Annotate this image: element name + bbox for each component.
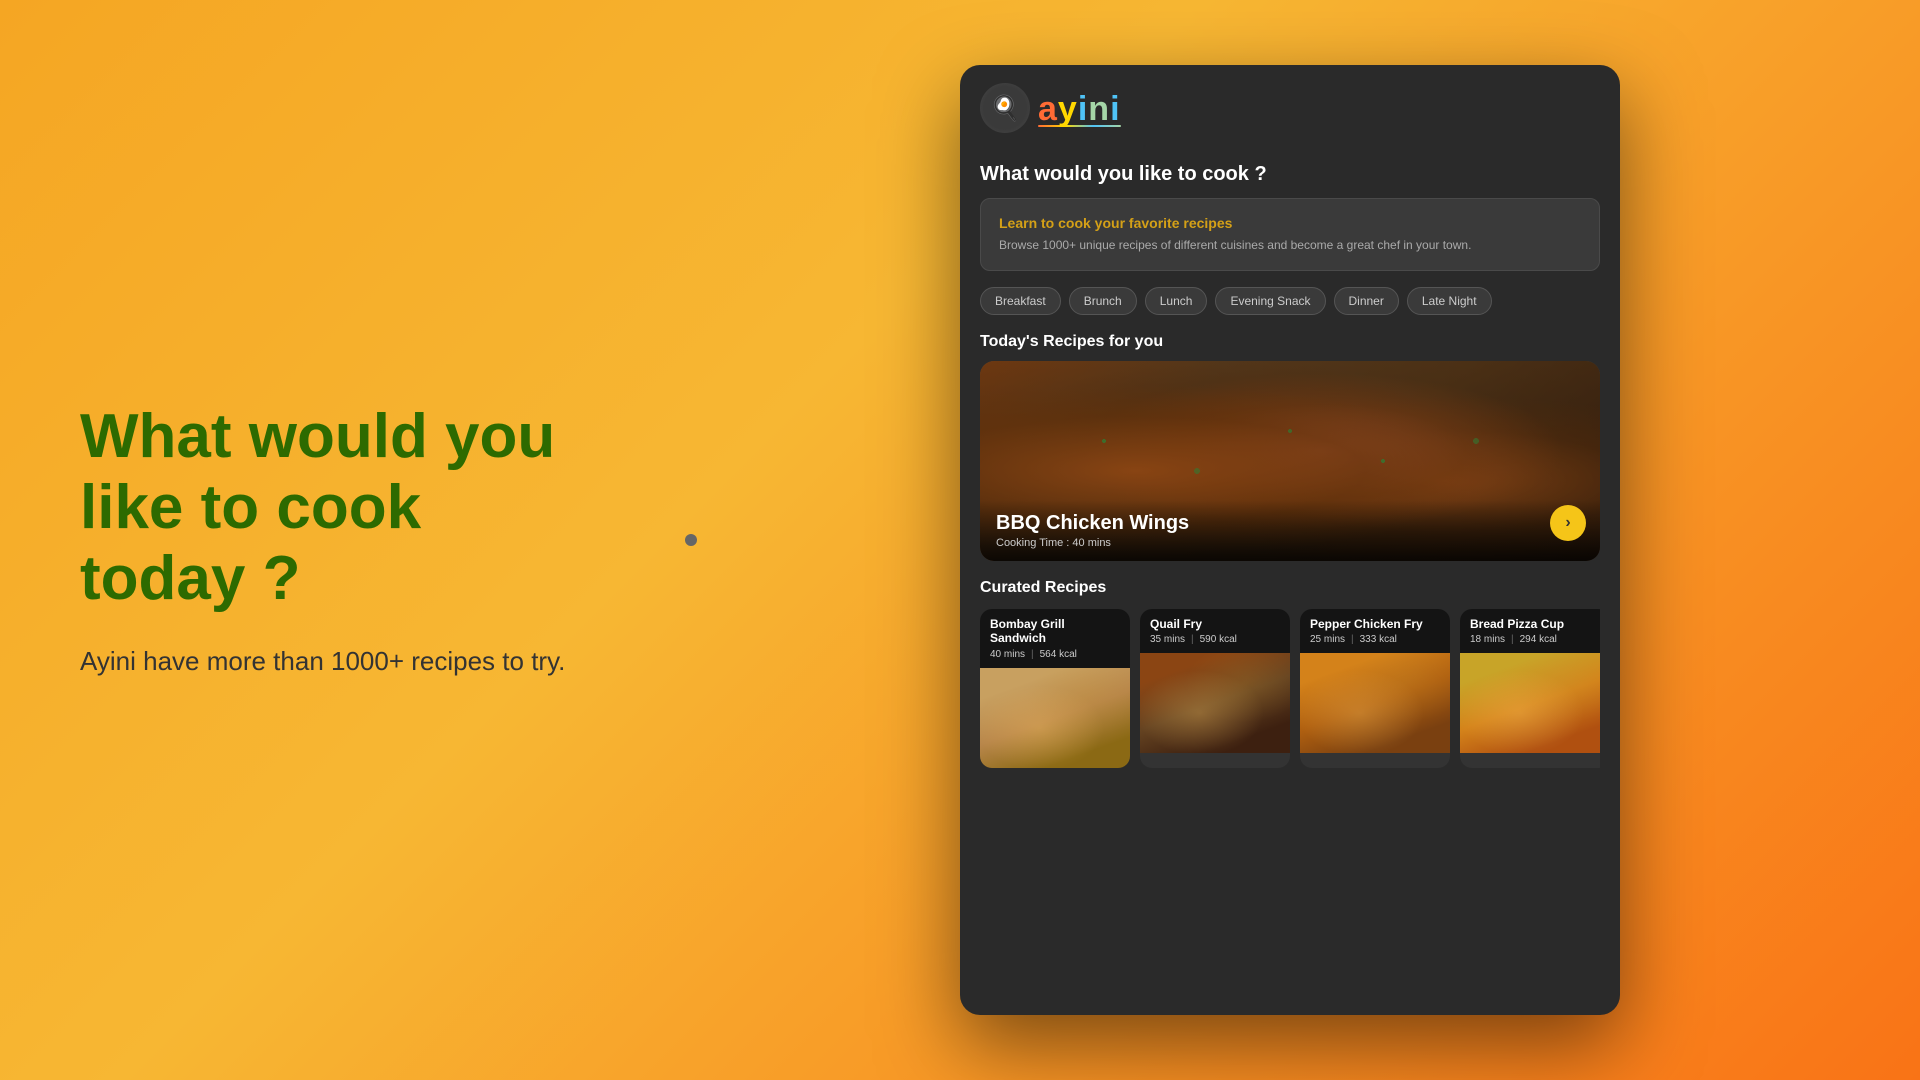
recipe-card-image-1 [1140, 653, 1290, 753]
food-img-overlay-1 [1140, 653, 1290, 753]
recipe-card-name-2: Pepper Chicken Fry [1310, 617, 1440, 631]
curated-recipes-row: Bombay Grill Sandwich 40 mins | 564 kcal… [980, 609, 1600, 768]
food-img-overlay-0 [980, 668, 1130, 768]
logo-text: ayini [1038, 90, 1121, 129]
featured-recipe-info: BBQ Chicken Wings Cooking Time : 40 mins [980, 500, 1600, 561]
food-img-overlay-3 [1460, 653, 1600, 753]
recipe-card-meta-3: 18 mins | 294 kcal [1470, 634, 1600, 645]
info-banner-desc: Browse 1000+ unique recipes of different… [999, 237, 1581, 254]
curated-recipe-card-0[interactable]: Bombay Grill Sandwich 40 mins | 564 kcal [980, 609, 1130, 768]
meal-tag-late-night[interactable]: Late Night [1407, 287, 1492, 315]
recipe-mins-1: 35 mins [1150, 634, 1185, 645]
curated-recipe-card-2[interactable]: Pepper Chicken Fry 25 mins | 333 kcal [1300, 609, 1450, 768]
logo-area: 🍳 ayini [980, 83, 1121, 133]
meta-divider-3: | [1511, 634, 1514, 645]
logo-icon: 🍳 [980, 83, 1030, 133]
recipe-card-name-0: Bombay Grill Sandwich [990, 617, 1120, 646]
recipe-card-name-1: Quail Fry [1150, 617, 1280, 631]
recipe-card-image-0 [980, 668, 1130, 768]
curated-recipe-card-1[interactable]: Quail Fry 35 mins | 590 kcal [1140, 609, 1290, 768]
logo-letter-i2: i [1110, 90, 1120, 128]
logo-letter-n: n [1088, 90, 1110, 128]
recipe-card-name-3: Bread Pizza Cup [1470, 617, 1600, 631]
meal-tag-breakfast[interactable]: Breakfast [980, 287, 1061, 315]
meal-tags-row: Breakfast Brunch LunchEvening Snack Dinner L… [980, 287, 1600, 315]
recipe-mins-2: 25 mins [1310, 634, 1345, 645]
food-img-overlay-2 [1300, 653, 1450, 753]
info-banner: Learn to cook your favorite recipes Brow… [980, 198, 1600, 271]
logo-letter-i1: i [1078, 90, 1088, 128]
todays-recipes-label: Today's Recipes for you [980, 333, 1600, 351]
recipe-card-meta-2: 25 mins | 333 kcal [1310, 634, 1440, 645]
recipe-mins-3: 18 mins [1470, 634, 1505, 645]
recipe-kcal-1: 590 kcal [1200, 634, 1237, 645]
logo-text-block: ayini [1038, 90, 1121, 127]
meal-tag-dinner[interactable]: Dinner [1334, 287, 1399, 315]
left-title: What would you like to cook today ? [80, 401, 580, 615]
recipe-mins-0: 40 mins [990, 649, 1025, 660]
scroll-dot [685, 534, 697, 546]
recipe-kcal-3: 294 kcal [1520, 634, 1557, 645]
meal-tag-evening-snack[interactable]: Evening Snack [1215, 287, 1325, 315]
recipe-card-meta-0: 40 mins | 564 kcal [990, 649, 1120, 660]
app-scrollable-content[interactable]: What would you like to cook ? Learn to c… [960, 143, 1620, 1015]
logo-letter-y: y [1058, 90, 1078, 128]
recipe-card-header-1: Quail Fry 35 mins | 590 kcal [1140, 609, 1290, 653]
recipe-card-meta-1: 35 mins | 590 kcal [1150, 634, 1280, 645]
curated-recipe-card-3[interactable]: Bread Pizza Cup 18 mins | 294 kcal [1460, 609, 1600, 768]
left-subtitle: Ayini have more than 1000+ recipes to tr… [80, 643, 580, 679]
meta-divider-2: | [1351, 634, 1354, 645]
recipe-card-image-2 [1300, 653, 1450, 753]
logo-letter-a: a [1038, 90, 1058, 128]
app-header: 🍳 ayini [960, 65, 1620, 143]
featured-recipe-time: Cooking Time : 40 mins [996, 537, 1584, 549]
meta-divider-0: | [1031, 649, 1034, 660]
recipe-card-header-0: Bombay Grill Sandwich 40 mins | 564 kcal [980, 609, 1130, 668]
recipe-card-header-3: Bread Pizza Cup 18 mins | 294 kcal [1460, 609, 1600, 653]
recipe-kcal-2: 333 kcal [1360, 634, 1397, 645]
recipe-kcal-0: 564 kcal [1040, 649, 1077, 660]
left-panel: What would you like to cook today ? Ayin… [0, 341, 660, 739]
recipe-card-image-3 [1460, 653, 1600, 753]
featured-recipe-card[interactable]: BBQ Chicken Wings Cooking Time : 40 mins… [980, 361, 1600, 561]
meal-tag-lunch[interactable]: Lunch [1145, 287, 1208, 315]
next-recipe-button[interactable]: › [1550, 505, 1586, 541]
curated-recipes-label: Curated Recipes [980, 579, 1600, 597]
featured-recipe-name: BBQ Chicken Wings [996, 512, 1584, 535]
meal-tag-brunch[interactable]: Brunch [1069, 287, 1137, 315]
app-window: 🍳 ayini What would you like to cook ? Le… [960, 65, 1620, 1015]
right-panel: 🍳 ayini What would you like to cook ? Le… [660, 35, 1920, 1045]
recipe-card-header-2: Pepper Chicken Fry 25 mins | 333 kcal [1300, 609, 1450, 653]
info-banner-title: Learn to cook your favorite recipes [999, 215, 1581, 231]
main-question: What would you like to cook ? [980, 163, 1600, 186]
meta-divider-1: | [1191, 634, 1194, 645]
